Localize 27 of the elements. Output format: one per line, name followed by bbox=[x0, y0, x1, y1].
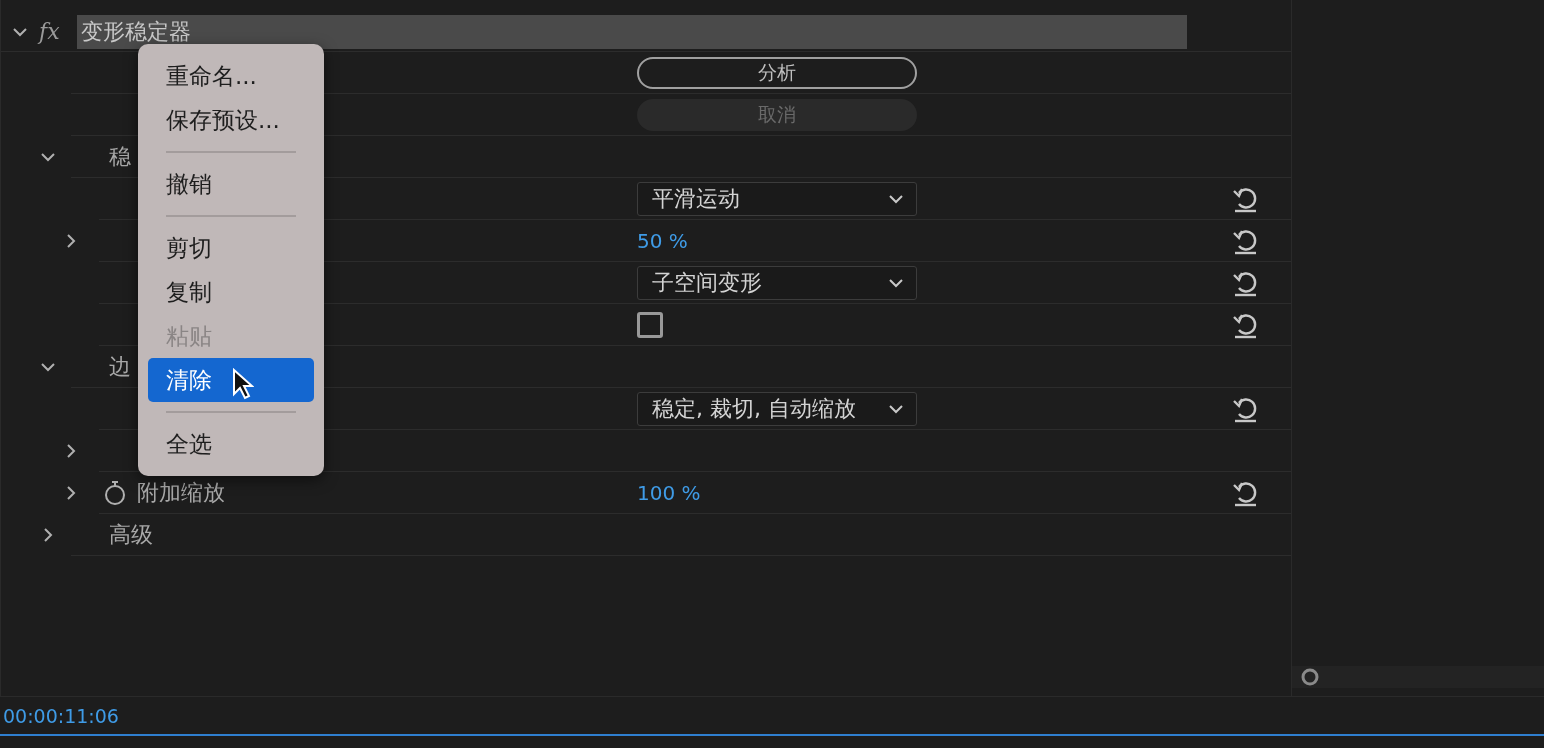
checkbox[interactable] bbox=[637, 311, 663, 338]
handle-icon[interactable] bbox=[1300, 667, 1320, 687]
menu-item[interactable]: 剪切 bbox=[148, 226, 314, 270]
dropdown[interactable]: 子空间变形 bbox=[637, 265, 917, 300]
caret-icon bbox=[888, 192, 904, 205]
group-label: 边 bbox=[109, 352, 131, 381]
stopwatch-icon[interactable] bbox=[103, 479, 127, 506]
dropdown[interactable]: 平滑运动 bbox=[637, 181, 917, 216]
menu-item[interactable]: 全选 bbox=[148, 422, 314, 466]
cursor-icon bbox=[232, 368, 254, 400]
value-field[interactable]: 50 % bbox=[637, 228, 688, 253]
menu-item[interactable]: 清除 bbox=[148, 358, 314, 402]
caret-icon bbox=[888, 276, 904, 289]
menu-item[interactable]: 复制 bbox=[148, 270, 314, 314]
group-label: 稳 bbox=[109, 142, 131, 171]
caret-icon bbox=[888, 402, 904, 415]
menu-item[interactable]: 重命名... bbox=[148, 54, 314, 98]
menu-item[interactable]: 撤销 bbox=[148, 162, 314, 206]
parameter-label: 附加缩放 bbox=[137, 478, 225, 507]
effect-title[interactable]: 变形稳定器 bbox=[77, 14, 1187, 49]
analyze-button[interactable]: 分析 bbox=[637, 56, 917, 89]
timecode: 00:00:11:06 bbox=[3, 704, 119, 727]
fx-badge[interactable]: fx bbox=[39, 19, 77, 44]
value-field[interactable]: 100 % bbox=[637, 480, 701, 505]
menu-item[interactable]: 保存预设... bbox=[148, 98, 314, 142]
dropdown[interactable]: 稳定, 裁切, 自动缩放 bbox=[637, 391, 917, 426]
group-label: 高级 bbox=[109, 520, 153, 549]
